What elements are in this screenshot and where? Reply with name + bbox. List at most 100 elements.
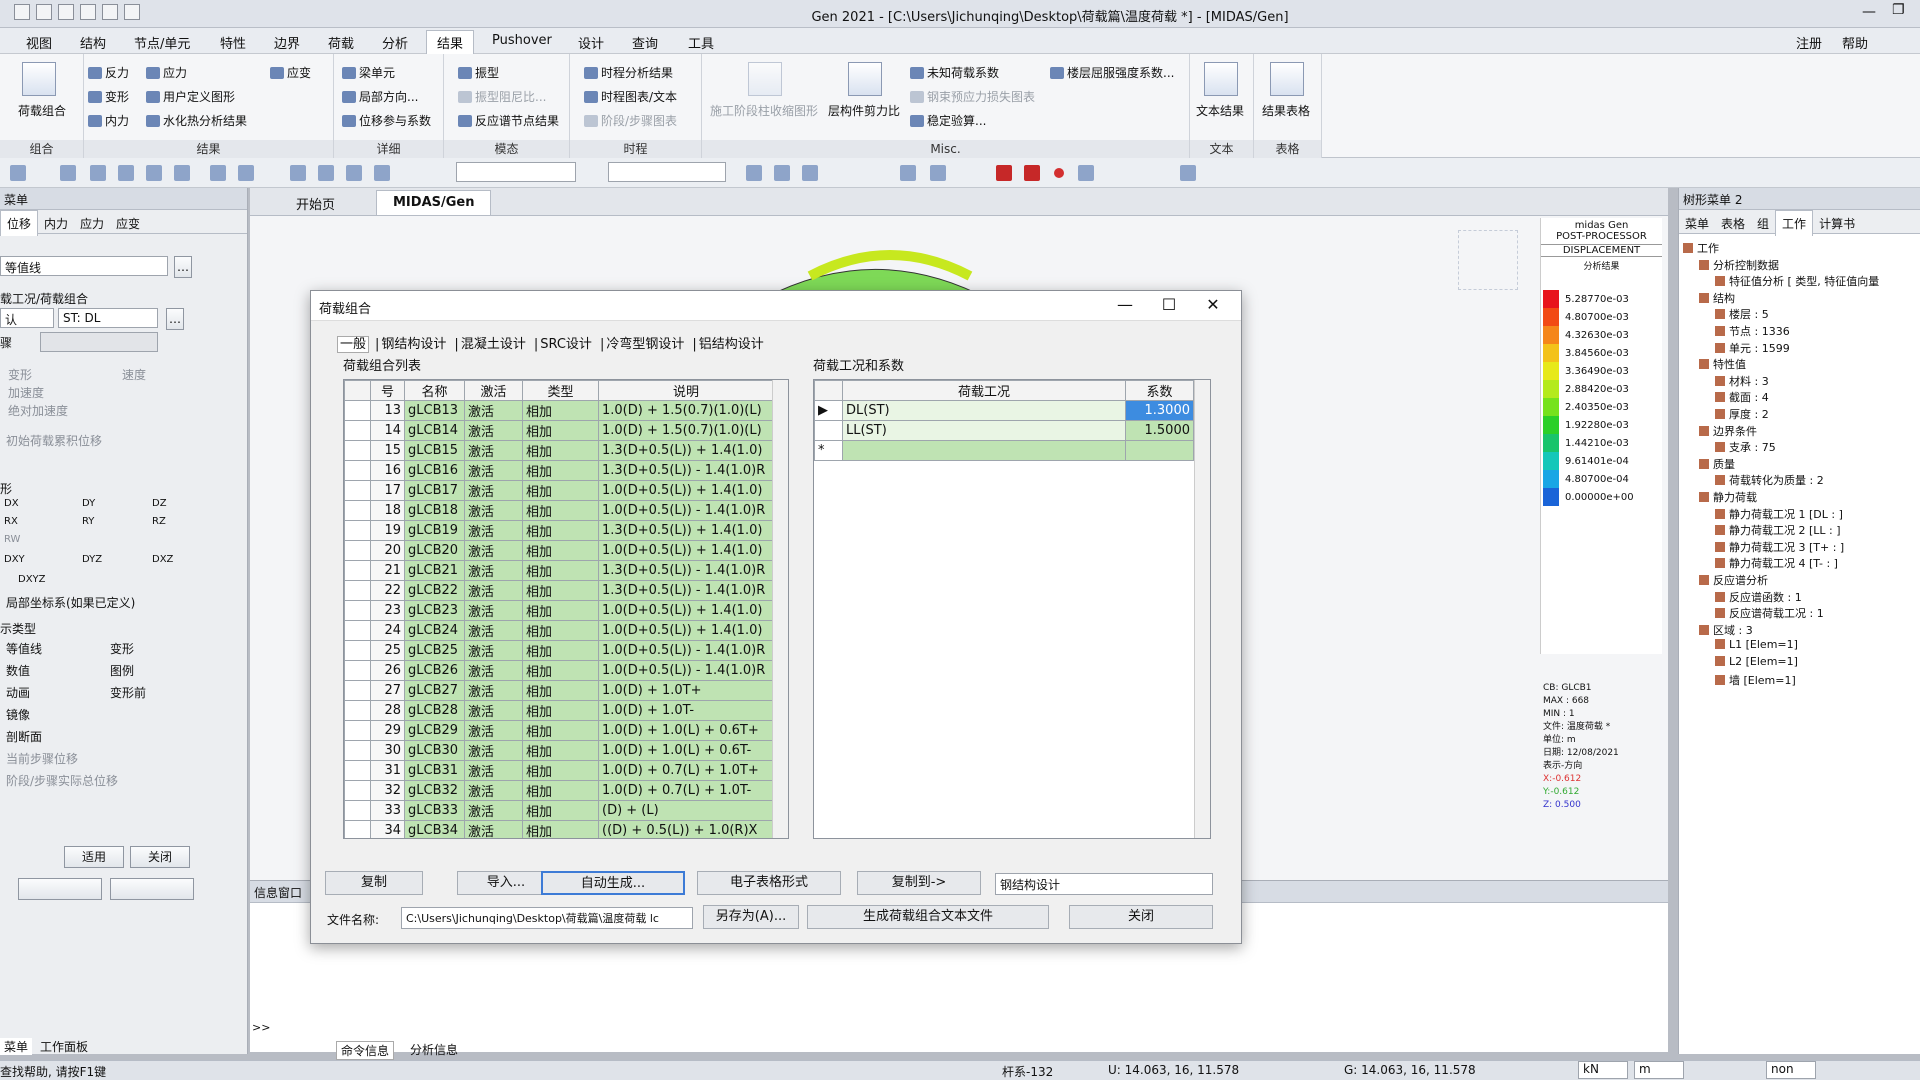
tree-item[interactable]: 结构 — [1699, 290, 1735, 306]
cell-active[interactable]: 激活 — [464, 560, 523, 581]
dir-ry[interactable]: RY — [82, 516, 94, 527]
table-row[interactable]: 34 gLCB34 激活 相加 ((D) + 0.5(L)) + 1.0(R)X — [344, 820, 774, 838]
preview-icon[interactable] — [124, 4, 140, 20]
cell-desc[interactable]: 1.0(D) + 1.0T+ — [598, 680, 774, 701]
restore-icon[interactable]: ❐ — [1892, 2, 1905, 18]
row-header[interactable] — [344, 420, 371, 441]
tree-item[interactable]: 荷载转化为质量 : 2 — [1715, 472, 1824, 488]
cell-active[interactable]: 激活 — [464, 460, 523, 481]
new-icon[interactable] — [14, 4, 30, 20]
total-step-disp[interactable]: 阶段/步骤实际总位移 — [6, 772, 118, 789]
tree-item[interactable]: L1 [Elem=1] — [1715, 638, 1798, 651]
disp-participation-button[interactable]: 位移参与系数 — [342, 112, 431, 129]
design-type-select[interactable]: 钢结构设计 — [995, 873, 1213, 895]
text-output-button[interactable]: 文本结果 — [1196, 102, 1244, 119]
cell-name[interactable]: gLCB32 — [404, 780, 465, 801]
rcol-case[interactable]: 荷载工况 — [842, 380, 1126, 401]
table-row[interactable]: 31 gLCB31 激活 相加 1.0(D) + 0.7(L) + 1.0T+ — [344, 760, 774, 781]
menu-pushover[interactable]: Pushover — [492, 33, 552, 48]
tree-item[interactable]: 截面 : 4 — [1715, 389, 1769, 405]
row-header[interactable] — [344, 520, 371, 541]
step-select[interactable] — [40, 332, 158, 352]
rtab-group[interactable]: 组 — [1751, 211, 1775, 236]
row-header[interactable] — [344, 780, 371, 801]
case-scrollbar[interactable] — [1194, 380, 1210, 838]
file-name-input[interactable]: C:\Users\Jichunqing\Desktop\荷载篇\温度荷载 lc — [401, 907, 693, 929]
cell-name[interactable]: gLCB29 — [404, 720, 465, 741]
row-header[interactable] — [344, 760, 371, 781]
tab-displacement[interactable]: 位移 — [0, 210, 39, 236]
tree-item[interactable]: 厚度 : 2 — [1715, 406, 1769, 422]
cell-active[interactable]: 激活 — [464, 520, 523, 541]
apply-button[interactable]: 适用 — [64, 846, 124, 868]
cell-type[interactable]: 相加 — [522, 400, 599, 421]
th-graph-button[interactable]: 时程图表/文本 — [584, 88, 677, 105]
col-name[interactable]: 名称 — [404, 380, 465, 401]
cell-name[interactable]: gLCB17 — [404, 480, 465, 501]
strain-button[interactable]: 应变 — [270, 64, 311, 81]
combo-scrollbar[interactable] — [772, 380, 788, 838]
tree-item[interactable]: 材料 : 3 — [1715, 373, 1769, 389]
disp-undeformed-check[interactable]: 变形前 — [110, 684, 146, 701]
table-row[interactable]: 15 gLCB15 激活 相加 1.3(D+0.5(L)) + 1.4(1.0) — [344, 440, 774, 461]
cell-no[interactable]: 21 — [370, 560, 405, 581]
row-header[interactable] — [344, 440, 371, 461]
panel-icon-button-1[interactable] — [18, 878, 102, 900]
menu-help[interactable]: 帮助 — [1842, 33, 1868, 52]
rotate-icon[interactable] — [290, 165, 306, 181]
cell-type[interactable]: 相加 — [522, 540, 599, 561]
top-view-icon[interactable] — [346, 165, 362, 181]
reaction-button[interactable]: 反力 — [88, 64, 129, 81]
cell-type[interactable]: 相加 — [522, 760, 599, 781]
dialog-close-icon[interactable]: ✕ — [1199, 295, 1227, 314]
cell-type[interactable]: 相加 — [522, 660, 599, 681]
row-header[interactable] — [344, 400, 371, 421]
row-header[interactable] — [344, 820, 371, 838]
opt-deform[interactable]: 变形 — [8, 366, 32, 383]
cell-no[interactable]: 24 — [370, 620, 405, 641]
tendon-loss-button[interactable]: 钢束预应力损失图表 — [910, 88, 1035, 105]
save-as-icon[interactable] — [80, 4, 96, 20]
cell-active[interactable]: 激活 — [464, 620, 523, 641]
cell-type[interactable]: 相加 — [522, 460, 599, 481]
current-step-disp[interactable]: 当前步骤位移 — [6, 750, 78, 767]
cell-name[interactable]: gLCB19 — [404, 520, 465, 541]
generate-text-button[interactable]: 生成荷载组合文本文件 — [807, 905, 1049, 929]
menu-register[interactable]: 注册 — [1796, 33, 1822, 52]
cell-desc[interactable]: 1.0(D) + 1.5(0.7)(1.0)(L) — [598, 400, 774, 421]
row-header[interactable] — [344, 680, 371, 701]
tab-midas-gen[interactable]: MIDAS/Gen — [376, 190, 492, 216]
command-prompt[interactable]: >> — [252, 1021, 270, 1034]
row-header[interactable] — [344, 580, 371, 601]
rcol-factor[interactable]: 系数 — [1125, 380, 1194, 401]
print-icon[interactable] — [102, 4, 118, 20]
rtab-menu[interactable]: 菜单 — [1679, 211, 1715, 236]
cell-no[interactable]: 17 — [370, 480, 405, 501]
save-as-button[interactable]: 另存为(A)... — [703, 905, 799, 929]
text-output-icon[interactable] — [1204, 62, 1238, 96]
cell-no[interactable]: 31 — [370, 760, 405, 781]
cell-desc[interactable]: 1.0(D+0.5(L)) + 1.4(1.0) — [598, 540, 774, 561]
cell-name[interactable]: gLCB31 — [404, 760, 465, 781]
tab-force[interactable]: 内力 — [38, 211, 74, 236]
cell-desc[interactable]: 1.3(D+0.5(L)) + 1.4(1.0) — [598, 440, 774, 461]
contour-more-button[interactable]: … — [174, 256, 192, 278]
menu-structure[interactable]: 结构 — [80, 33, 106, 52]
spreadsheet-button[interactable]: 电子表格形式 — [697, 871, 841, 895]
menu-results[interactable]: 结果 — [426, 30, 475, 54]
cell-no[interactable]: 22 — [370, 580, 405, 601]
table-row[interactable]: 29 gLCB29 激活 相加 1.0(D) + 1.0(L) + 0.6T+ — [344, 720, 774, 741]
cell-name[interactable]: gLCB30 — [404, 740, 465, 761]
heat-hydration-button[interactable]: 水化热分析结果 — [146, 112, 247, 129]
cell-type[interactable]: 相加 — [522, 820, 599, 838]
cell-desc[interactable]: 1.0(D+0.5(L)) - 1.4(1.0)R — [598, 500, 774, 521]
cell-name[interactable]: gLCB25 — [404, 640, 465, 661]
cell-no[interactable]: 19 — [370, 520, 405, 541]
cell-desc[interactable]: 1.0(D) + 0.7(L) + 1.0T+ — [598, 760, 774, 781]
cell-active[interactable]: 激活 — [464, 580, 523, 601]
cell-desc[interactable]: 1.0(D) + 0.7(L) + 1.0T- — [598, 780, 774, 801]
menu-query[interactable]: 查询 — [632, 33, 658, 52]
dtab-coldformed[interactable]: 冷弯型钢设计 — [604, 337, 686, 352]
table-row[interactable]: 26 gLCB26 激活 相加 1.0(D+0.5(L)) - 1.4(1.0)R — [344, 660, 774, 681]
tree-item[interactable]: 反应谱荷载工况 : 1 — [1715, 605, 1824, 621]
